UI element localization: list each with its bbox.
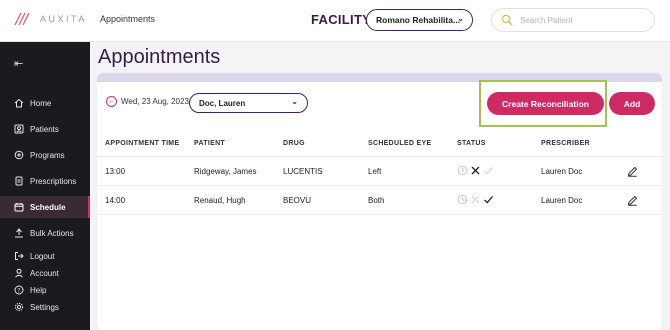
sidebar-item-schedule[interactable]: Schedule [0, 196, 90, 218]
logout-icon [14, 251, 24, 261]
add-button[interactable]: Add [609, 92, 655, 115]
chevron-down-icon: ⌄ [291, 97, 298, 106]
prescriber-name: Lauren Doc [541, 196, 583, 205]
sidebar-item-prescriptions[interactable]: Prescriptions [0, 170, 90, 192]
patient-name[interactable]: Ridgeway, James [194, 167, 257, 176]
column-header[interactable]: PATIENT [194, 140, 225, 147]
prescriber-select-value: Doc, Lauren [199, 98, 246, 108]
sidebar-item-label: Patients [30, 124, 59, 134]
drug-name: LUCENTIS [283, 167, 323, 176]
sidebar-item-label: Help [30, 285, 47, 295]
drug-name: BEOVU [283, 196, 312, 205]
sidebar-item-patients[interactable]: Patients [0, 118, 90, 140]
sidebar-item-label: Schedule [30, 202, 66, 212]
create-reconciliation-button[interactable]: Create Reconciliation [487, 92, 604, 115]
programs-icon [14, 150, 24, 160]
prescriber-select[interactable]: Doc, Lauren ⌄ [189, 93, 308, 113]
status-icons [457, 194, 496, 205]
table-row[interactable]: 13:00 Ridgeway, James LUCENTIS Left Laur… [97, 157, 662, 186]
pending-clock-icon[interactable] [457, 165, 468, 176]
sidebar-item-label: Prescriptions [30, 176, 77, 186]
edit-pencil-icon[interactable] [627, 195, 638, 206]
gear-icon [14, 302, 24, 312]
pending-clock-icon[interactable] [457, 194, 468, 205]
current-date: Wed, 23 Aug, 2023 [121, 97, 189, 106]
edit-pencil-icon[interactable] [627, 166, 638, 177]
previous-day-icon[interactable]: ← [106, 96, 117, 107]
bulk-actions-icon [14, 228, 24, 238]
sidebar-item-label: Home [30, 98, 52, 108]
sidebar-item-label: Settings [30, 302, 59, 312]
sidebar-item-label: Bulk Actions [30, 228, 74, 238]
appointment-time: 14:00 [105, 196, 126, 205]
sidebar-item-home[interactable]: Home [0, 92, 90, 114]
search-box[interactable] [491, 8, 655, 32]
sidebar-item-label: Programs [30, 150, 65, 160]
collapse-menu-icon[interactable]: ⇤ [14, 57, 23, 70]
column-header[interactable]: SCHEDULED EYE [368, 140, 431, 147]
top-bar: AUXITA Appointments FACILITY Romano Reha… [0, 0, 670, 42]
check-icon[interactable] [483, 194, 494, 205]
date-navigator: ← Wed, 23 Aug, 2023 [106, 96, 189, 107]
sidebar-item-settings[interactable]: Settings [0, 296, 90, 318]
sidebar-item-programs[interactable]: Programs [0, 144, 90, 166]
patients-icon [14, 124, 24, 134]
status-icons [457, 165, 496, 176]
help-icon: ? [14, 285, 24, 295]
facility-label: FACILITY [311, 12, 372, 27]
page-title: Appointments [98, 46, 221, 68]
column-header[interactable]: STATUS [457, 140, 486, 147]
cancel-icon[interactable] [470, 194, 481, 205]
svg-text:?: ? [17, 287, 20, 294]
facility-select[interactable]: Romano Rehabilita... ⌄ [366, 9, 473, 31]
cancel-icon[interactable] [470, 165, 481, 176]
facility-select-value: Romano Rehabilita... [376, 15, 461, 25]
logo[interactable]: AUXITA [14, 12, 87, 26]
scheduled-eye: Both [368, 196, 385, 205]
search-icon [501, 14, 513, 26]
logo-text: AUXITA [40, 14, 87, 24]
breadcrumb: Appointments [100, 14, 156, 24]
column-header[interactable]: APPOINTMENT TIME [105, 140, 179, 147]
sidebar-item-label: Logout [30, 251, 55, 261]
calendar-icon [14, 202, 24, 212]
sidebar-item-bulk-actions[interactable]: Bulk Actions [0, 222, 90, 244]
sidebar-item-label: Account [30, 268, 59, 278]
chevron-down-icon: ⌄ [457, 14, 464, 23]
home-icon [14, 98, 24, 108]
scheduled-eye: Left [368, 167, 382, 176]
account-icon [14, 268, 24, 278]
column-header[interactable]: DRUG [283, 140, 305, 147]
table-row[interactable]: 14:00 Renaud, Hugh BEOVU Both Lauren Doc [97, 186, 662, 215]
table-header: APPOINTMENT TIME PATIENT DRUG SCHEDULED … [97, 130, 662, 157]
check-icon[interactable] [483, 165, 494, 176]
prescriber-name: Lauren Doc [541, 167, 583, 176]
column-header[interactable]: PRESCRIBER [541, 140, 590, 147]
prescriptions-icon [14, 176, 24, 186]
patient-name[interactable]: Renaud, Hugh [194, 196, 246, 205]
appointment-time: 13:00 [105, 167, 126, 176]
auxita-logo-icon [14, 12, 30, 26]
search-input[interactable] [520, 15, 650, 25]
